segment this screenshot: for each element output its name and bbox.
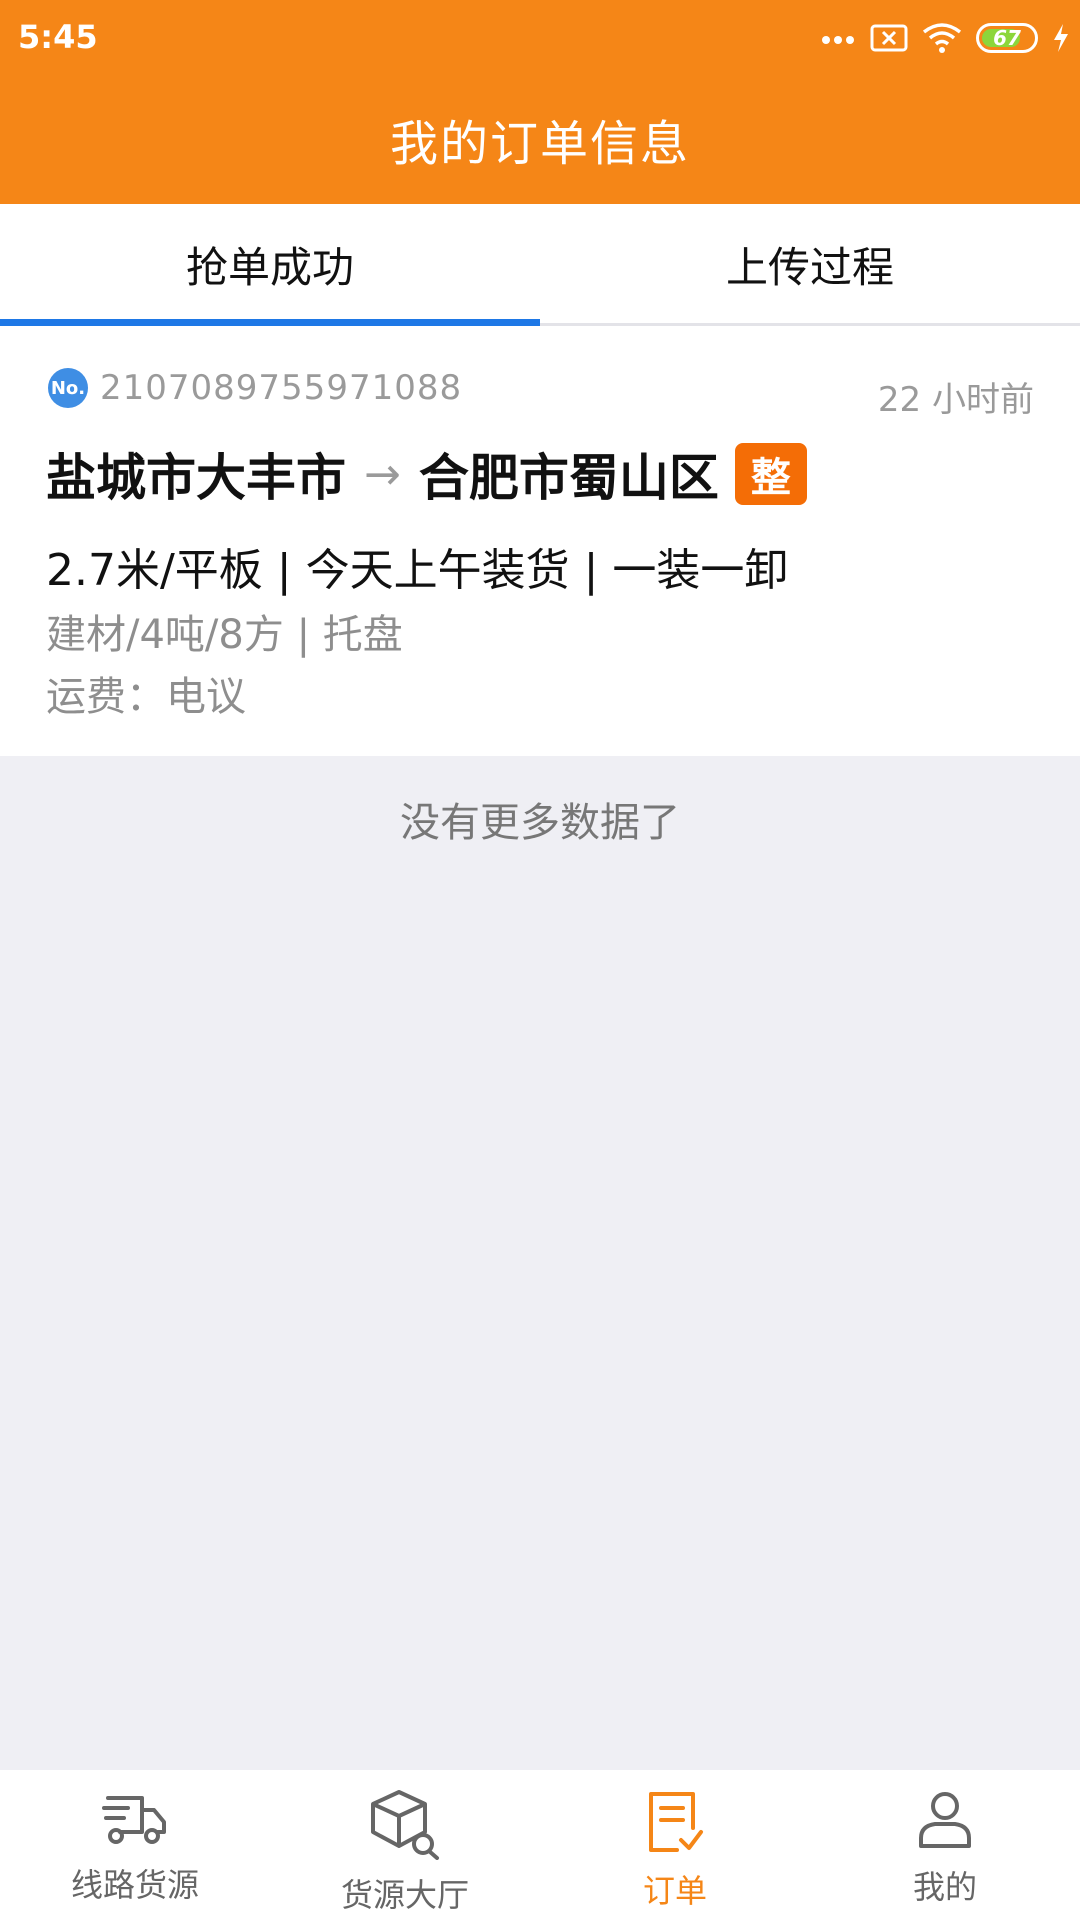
status-icons: 67	[820, 18, 1070, 58]
truck-icon	[102, 1796, 166, 1844]
nav-label: 订单	[642, 1872, 707, 1910]
nav-label: 我的	[912, 1868, 977, 1906]
order-number: 2107089755971088	[100, 368, 463, 408]
nav-label: 线路货源	[70, 1866, 199, 1904]
cargo-info: 建材/4吨/8方 | 托盘	[46, 612, 403, 658]
route-origin: 盐城市大丰市	[46, 449, 346, 507]
arrow-right-icon: →	[364, 448, 401, 500]
order-number-row: No. 2107089755971088	[48, 368, 462, 408]
nav-mine[interactable]: 我的	[810, 1770, 1080, 1920]
sim-off-icon	[870, 24, 908, 52]
vehicle-loading-info: 2.7米/平板 | 今天上午装货 | 一装一卸	[46, 545, 789, 596]
battery-level: 67	[993, 26, 1021, 50]
order-tabs: 抢单成功 上传过程	[0, 204, 1080, 326]
order-route: 盐城市大丰市 → 合肥市蜀山区 整	[46, 438, 807, 510]
nav-order[interactable]: 订单	[540, 1770, 810, 1920]
nav-route-cargo[interactable]: 线路货源	[0, 1770, 270, 1920]
tab-upload-process[interactable]: 上传过程	[540, 204, 1080, 323]
box-search-icon	[371, 1790, 439, 1860]
more-dots-icon	[822, 36, 854, 44]
nav-cargo-hall[interactable]: 货源大厅	[270, 1770, 540, 1920]
app-header: 5:45 67 我的订单信息	[0, 0, 1080, 204]
nav-label: 货源大厅	[340, 1876, 469, 1914]
full-load-badge: 整	[734, 443, 807, 505]
freight-info: 运费：电议	[46, 674, 246, 720]
status-time: 5:45	[18, 18, 98, 56]
order-icon	[649, 1792, 703, 1852]
order-card[interactable]: No. 2107089755971088 22 小时前 盐城市大丰市 → 合肥市…	[0, 326, 1080, 756]
page-title: 我的订单信息	[389, 116, 690, 172]
charging-icon	[1054, 24, 1068, 52]
user-icon	[919, 1792, 971, 1848]
list-end-message: 没有更多数据了	[400, 800, 680, 846]
order-time-ago: 22 小时前	[877, 380, 1034, 420]
bottom-nav: 线路货源 货源大厅 订单 我的	[0, 1770, 1080, 1920]
tab-grab-success[interactable]: 抢单成功	[0, 204, 540, 326]
battery-icon: 67	[976, 23, 1038, 53]
wifi-icon	[922, 23, 962, 53]
route-destination: 合肥市蜀山区	[418, 449, 719, 507]
order-no-icon: No.	[48, 368, 88, 408]
